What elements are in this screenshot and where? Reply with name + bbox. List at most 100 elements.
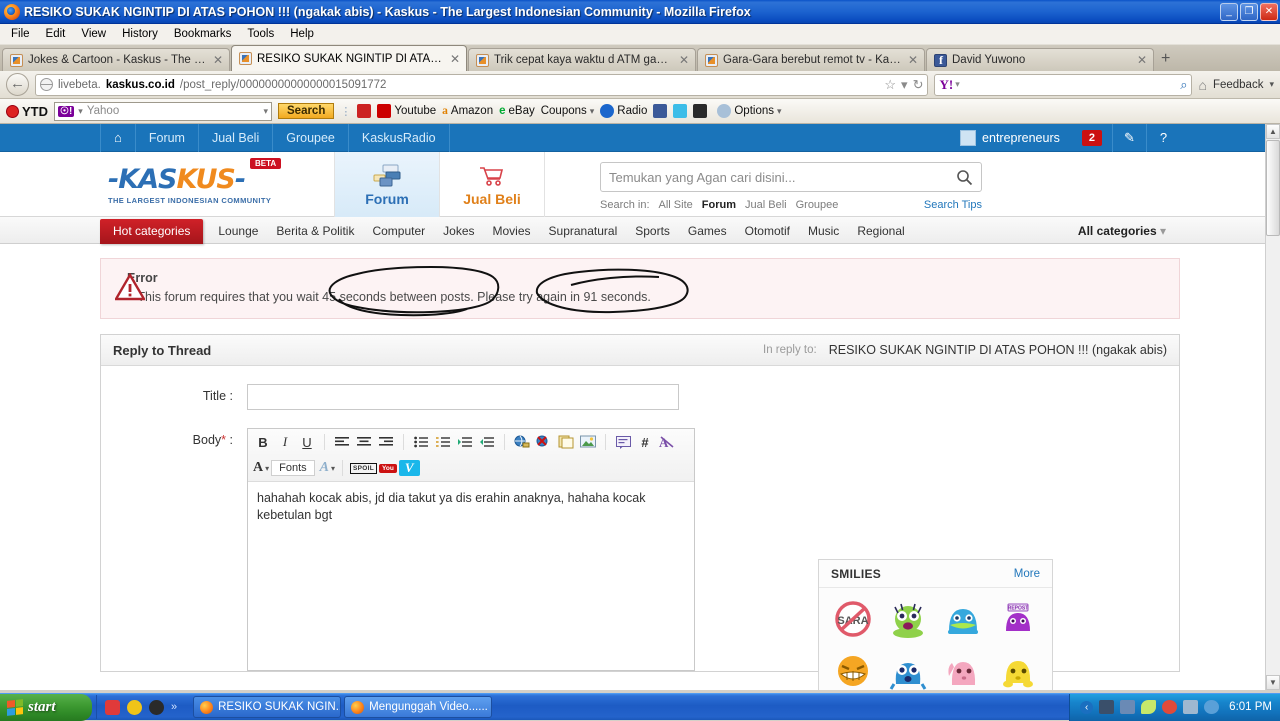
shocked-green-smiley-icon[interactable] [885,596,931,642]
category-sports[interactable]: Sports [626,224,679,238]
numbered-list-icon[interactable] [433,432,453,452]
taskbar-item-active[interactable]: Mengunggah Video...... [344,696,492,718]
body-textarea[interactable]: hahahah kocak abis, jd dia takut ya dis … [248,482,694,670]
browser-tab[interactable]: Trik cepat kaya waktu d ATM gan ~ cekib.… [468,48,696,71]
star-icon[interactable] [105,700,120,715]
chevron-down-icon[interactable]: ▾ [78,106,83,117]
tile-forum[interactable]: Forum [335,152,440,217]
scope-jual-beli[interactable]: Jual Beli [745,199,787,211]
feedback-button[interactable]: Feedback [1213,79,1264,91]
vimeo-embed-icon[interactable]: V [399,458,420,478]
repost-purple-smiley-icon[interactable]: REPOST [995,596,1041,642]
ytd-search-input[interactable]: ☉! ▾ Yahoo ▾ [54,102,272,121]
surprised-blue-smiley-icon[interactable] [885,648,931,690]
home-icon[interactable]: ⌂ [1198,77,1206,93]
category-supranatural[interactable]: Supranatural [540,224,627,238]
youtube-embed-icon[interactable]: You [379,458,397,478]
quote-icon[interactable] [613,432,633,452]
wifi-icon[interactable] [1204,700,1219,714]
ebay-link[interactable]: e eBay [499,105,535,117]
code-icon[interactable]: # [635,432,655,452]
category-music[interactable]: Music [799,224,848,238]
avatar[interactable] [960,130,976,146]
start-button[interactable]: start [0,694,92,721]
menu-tools[interactable]: Tools [240,26,281,42]
bookmark-star-icon[interactable]: ☆ [884,77,896,93]
align-left-icon[interactable] [332,432,352,452]
chevron-down-icon[interactable]: ▾ [901,77,908,93]
scroll-down-icon[interactable]: ▼ [1266,675,1280,690]
browser-tab[interactable]: Jokes & Cartoon - Kaskus - The Largest I… [2,48,230,71]
menu-history[interactable]: History [115,26,165,42]
youtube-link[interactable]: Youtube [377,104,436,118]
fonts-button[interactable]: Fonts [271,460,315,476]
reload-icon[interactable]: ↻ [913,77,924,93]
title-input[interactable] [247,384,679,410]
chevron-down-icon[interactable]: ▾ [590,106,595,117]
chevron-down-icon[interactable]: ▾ [1269,79,1274,90]
outdent-icon[interactable] [477,432,497,452]
leaf-icon[interactable] [1141,700,1156,714]
url-bar[interactable]: livebeta.kaskus.co.id/post_reply/0000000… [35,74,928,96]
scroll-up-icon[interactable]: ▲ [1266,124,1280,139]
menu-view[interactable]: View [74,26,113,42]
yahoo-icon[interactable]: Y! [939,77,953,93]
close-button[interactable]: ✕ [1260,3,1278,21]
new-tab-button[interactable]: + [1155,50,1178,71]
chrome-icon[interactable] [127,700,142,715]
page-scrollbar[interactable]: ▲ ▼ [1265,124,1280,690]
tab-close-icon[interactable]: ✕ [213,53,223,67]
clear-format-icon[interactable]: A [657,432,677,452]
site-nav-jual-beli[interactable]: Jual Beli [199,124,273,152]
insert-page-icon[interactable] [556,432,576,452]
all-categories-button[interactable]: All categories ▾ [1078,224,1180,238]
site-home-icon[interactable]: ⌂ [100,124,136,152]
dota-icon[interactable] [149,700,164,715]
network-icon[interactable] [1099,700,1114,714]
category-computer[interactable]: Computer [363,224,434,238]
smilies-more-link[interactable]: More [1014,568,1040,580]
yellow-shy-smiley-icon[interactable] [995,648,1041,690]
site-logo[interactable]: -KASKUS- THE LARGEST INDONESIAN COMMUNIT… [100,152,335,217]
download-icon[interactable] [357,104,371,118]
no-sara-smiley-icon[interactable]: SARA [830,596,876,642]
facebook-icon[interactable] [653,104,667,118]
ytd-options-button[interactable]: Options ▾ [717,104,781,118]
taskbar-item[interactable]: RESIKO SUKAK NGIN... [193,696,341,718]
scope-groupee[interactable]: Groupee [796,199,839,211]
pink-girl-smiley-icon[interactable] [940,648,986,690]
italic-icon[interactable]: I [275,432,295,452]
tile-jual-beli[interactable]: Jual Beli [440,152,545,217]
menu-file[interactable]: File [4,26,37,42]
chevron-down-icon[interactable]: ▾ [263,106,268,117]
site-search-input[interactable]: Temukan yang Agan cari disini... [600,162,982,192]
maximize-button[interactable]: ❐ [1240,3,1258,21]
monitor-icon[interactable] [1120,700,1135,714]
category-otomotif[interactable]: Otomotif [736,224,799,238]
ytd-logo[interactable]: YTD [6,104,48,119]
chevron-down-icon[interactable]: ▾ [955,79,960,90]
category-regional[interactable]: Regional [848,224,913,238]
tab-close-icon[interactable]: ✕ [1137,53,1147,67]
tab-close-icon[interactable]: ✕ [679,53,689,67]
align-right-icon[interactable] [376,432,396,452]
browser-tab-active[interactable]: RESIKO SUKAK NGINTIP DI ATAS POHON... ✕ [231,45,467,71]
font-size-icon[interactable]: A ▾ [320,458,335,478]
align-center-icon[interactable] [354,432,374,452]
tray-expand-icon[interactable]: ‹ [1080,701,1093,714]
scope-forum[interactable]: Forum [702,199,736,211]
insert-image-icon[interactable] [578,432,598,452]
menu-edit[interactable]: Edit [39,26,73,42]
chevron-right-icon[interactable]: » [171,701,177,713]
search-tips-link[interactable]: Search Tips [924,199,982,211]
help-icon[interactable]: ? [1146,124,1180,152]
back-button[interactable]: ← [6,73,29,96]
category-movies[interactable]: Movies [484,224,540,238]
twitter-icon[interactable] [673,104,687,118]
menu-bookmarks[interactable]: Bookmarks [167,26,239,42]
site-nav-kaskusradio[interactable]: KaskusRadio [349,124,450,152]
browser-tab[interactable]: David Yuwono ✕ [926,48,1154,71]
category-lounge[interactable]: Lounge [209,224,267,238]
bold-icon[interactable]: B [253,432,273,452]
remove-link-icon[interactable] [534,432,554,452]
